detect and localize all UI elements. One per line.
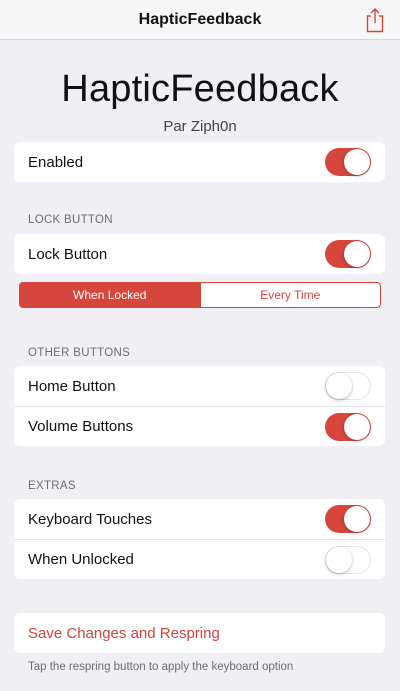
segment-when-locked[interactable]: When Locked [20,283,200,307]
share-icon [366,8,384,33]
lock-button-row[interactable]: Lock Button [14,234,385,274]
enabled-group: Enabled [14,142,385,182]
enabled-label: Enabled [28,153,84,171]
navigation-bar: HapticFeedback [0,0,400,40]
respring-button[interactable]: Save Changes and Respring [14,613,385,653]
volume-buttons-row[interactable]: Volume Buttons [14,406,385,446]
lock-button-label: Lock Button [28,245,108,263]
other-buttons-section-header: OTHER BUTTONS [28,347,131,359]
nav-title: HapticFeedback [138,11,262,28]
lock-button-toggle[interactable] [325,240,371,268]
volume-buttons-toggle[interactable] [325,413,371,441]
respring-footer-note: Tap the respring button to apply the key… [28,661,294,673]
toggle-knob [344,241,370,267]
tweak-title: HapticFeedback [61,68,339,110]
keyboard-touches-toggle[interactable] [325,505,371,533]
when-unlocked-label: When Unlocked [28,551,134,568]
lock-button-section-header: LOCK BUTTON [28,214,113,226]
respring-label: Save Changes and Respring [28,624,220,642]
tweak-author: Par Ziph0n [163,118,237,135]
enabled-row[interactable]: Enabled [14,142,385,182]
toggle-knob [326,373,352,399]
toggle-knob [344,506,370,532]
keyboard-touches-label: Keyboard Touches [28,510,152,528]
other-buttons-group: Home Button Volume Buttons [14,366,385,446]
extras-section-header: EXTRAS [28,480,76,492]
segment-every-time[interactable]: Every Time [199,283,381,307]
extras-group: Keyboard Touches When Unlocked [14,499,385,579]
lock-button-group: Lock Button [14,234,385,274]
home-button-label: Home Button [28,377,116,395]
keyboard-touches-row[interactable]: Keyboard Touches [14,499,385,539]
when-unlocked-toggle[interactable] [325,546,371,574]
toggle-knob [344,414,370,440]
home-button-toggle[interactable] [325,372,371,400]
share-button[interactable] [364,7,386,33]
toggle-knob [326,547,352,573]
lock-mode-segmented-control: When Locked Every Time [19,282,381,308]
respring-group: Save Changes and Respring [14,613,385,653]
volume-buttons-label: Volume Buttons [28,418,134,435]
toggle-knob [344,149,370,175]
enabled-toggle[interactable] [325,148,371,176]
when-unlocked-row[interactable]: When Unlocked [14,539,385,579]
home-button-row[interactable]: Home Button [14,366,385,406]
